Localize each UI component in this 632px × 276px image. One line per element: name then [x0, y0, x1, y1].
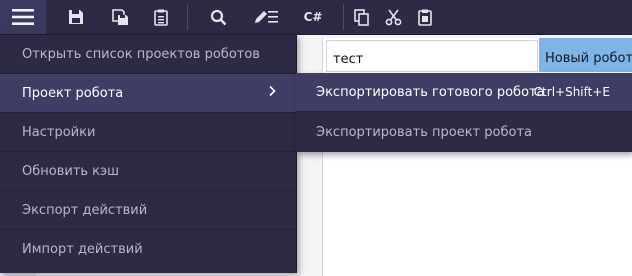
save-icon	[68, 9, 84, 25]
csharp-button[interactable]: C#	[298, 0, 328, 34]
menu-item-settings[interactable]: Настройки	[0, 113, 296, 152]
robot-name-field[interactable]: тест	[326, 40, 538, 72]
menu-item-robot-project[interactable]: Проект робота	[0, 74, 296, 113]
clipboard-list-button[interactable]	[146, 0, 176, 34]
save-as-button[interactable]	[105, 0, 135, 34]
edit-list-icon	[253, 9, 279, 25]
menu-item-label: Экспорт действий	[22, 202, 148, 218]
menu-item-import-actions[interactable]: Импорт действий	[0, 230, 296, 269]
toolbar: C#	[0, 0, 632, 35]
menu-icon	[12, 9, 34, 25]
tab-new-robot[interactable]: Новый робот	[539, 38, 632, 72]
cut-button[interactable]	[378, 0, 408, 34]
submenu-item-export-ready-robot[interactable]: Экспортировать готового робота Ctrl+Shif…	[296, 73, 632, 112]
menu-item-label: Импорт действий	[22, 242, 143, 257]
save-as-icon	[111, 8, 129, 26]
submenu-item-export-robot-project[interactable]: Экспортировать проект робота	[296, 112, 632, 152]
edit-list-button[interactable]	[249, 0, 283, 34]
keyboard-shortcut: Ctrl+Shift+E	[533, 85, 610, 99]
paste-icon	[418, 9, 432, 26]
menu-item-label: Проект робота	[22, 85, 124, 101]
menu-button[interactable]	[0, 0, 46, 34]
clipboard-list-icon	[154, 9, 168, 26]
menu-item-label: Обновить кэш	[22, 163, 120, 179]
search-icon	[210, 9, 227, 26]
menu-item-open-projects[interactable]: Открыть список проектов роботов	[0, 35, 296, 74]
menu-item-label: Открыть список проектов роботов	[22, 46, 260, 62]
chevron-right-icon	[269, 85, 276, 101]
search-button[interactable]	[203, 0, 233, 34]
submenu-item-label: Экспортировать готового робота	[316, 84, 545, 100]
menu-item-refresh-cache[interactable]: Обновить кэш	[0, 152, 296, 191]
cut-icon	[385, 9, 402, 26]
submenu-item-label: Экспортировать проект робота	[316, 124, 532, 140]
main-menu: Открыть список проектов роботов Проект р…	[0, 35, 297, 273]
paste-button[interactable]	[410, 0, 440, 34]
toolbar-divider	[187, 4, 188, 30]
copy-icon	[353, 8, 369, 26]
toolbar-divider	[343, 4, 344, 30]
robot-project-submenu: Экспортировать готового робота Ctrl+Shif…	[296, 73, 632, 152]
csharp-icon: C#	[303, 10, 323, 24]
save-button[interactable]	[61, 0, 91, 34]
menu-item-label: Настройки	[22, 124, 96, 140]
copy-button[interactable]	[346, 0, 376, 34]
menu-item-export-actions[interactable]: Экспорт действий	[0, 191, 296, 230]
